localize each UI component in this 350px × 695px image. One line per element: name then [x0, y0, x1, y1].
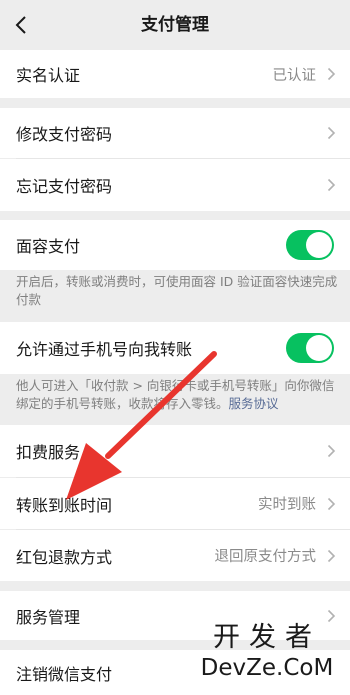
change-password-label: 修改支付密码 [16, 125, 113, 144]
chevron-right-icon [327, 549, 336, 562]
red-packet-refund-label: 红包退款方式 [16, 547, 113, 567]
page-title: 支付管理 [141, 15, 209, 35]
phone-transfer-cell: 允许通过手机号向我转账 [0, 322, 350, 374]
red-packet-refund-cell[interactable]: 红包退款方式 退回原支付方式 [0, 530, 350, 581]
phone-transfer-note: 他人可进入「收付款 > 向银行卡或手机号转账」向你微信绑定的手机号转账，收款将存… [16, 377, 338, 413]
deduction-service-cell[interactable]: 扣费服务 [0, 425, 350, 477]
red-packet-refund-value: 退回原支付方式 [214, 549, 317, 565]
toggle-knob [306, 335, 332, 361]
deduction-service-label: 扣费服务 [16, 443, 81, 462]
chevron-right-icon [327, 67, 336, 81]
cancel-pay-cell[interactable]: 注销微信支付 [0, 650, 350, 695]
chevron-right-icon [327, 497, 336, 510]
service-manage-label: 服务管理 [16, 607, 81, 627]
phone-transfer-toggle[interactable] [286, 333, 334, 363]
forgot-password-cell[interactable]: 忘记支付密码 [0, 159, 350, 211]
phone-transfer-label: 允许通过手机号向我转账 [16, 340, 193, 359]
real-name-value: 已认证 [272, 67, 317, 84]
service-manage-cell[interactable]: 服务管理 [0, 591, 350, 640]
forgot-password-label: 忘记支付密码 [16, 177, 113, 196]
change-password-cell[interactable]: 修改支付密码 [0, 108, 350, 158]
face-pay-toggle[interactable] [286, 230, 334, 260]
face-pay-cell: 面容支付 [0, 220, 350, 270]
real-name-label: 实名认证 [16, 66, 81, 85]
face-pay-note: 开启后，转账或消费时，可使用面容 ID 验证面容快速完成付款 [16, 274, 338, 307]
phone-transfer-note-text: 他人可进入「收付款 > 向银行卡或手机号转账」向你微信绑定的手机号转账，收款将存… [16, 378, 335, 411]
transfer-time-label: 转账到账时间 [16, 495, 113, 515]
toggle-knob [306, 232, 332, 258]
real-name-cell[interactable]: 实名认证 已认证 [0, 50, 350, 98]
chevron-right-icon [327, 444, 336, 458]
face-pay-label: 面容支付 [16, 237, 81, 256]
chevron-right-icon [327, 178, 336, 192]
nav-bar: 支付管理 [0, 0, 350, 50]
transfer-time-value: 实时到账 [258, 497, 316, 513]
cancel-pay-label: 注销微信支付 [16, 664, 113, 684]
service-agreement-link[interactable]: 服务协议 [229, 396, 279, 411]
chevron-right-icon [327, 609, 336, 622]
transfer-time-cell[interactable]: 转账到账时间 实时到账 [0, 478, 350, 529]
chevron-right-icon [327, 126, 336, 140]
